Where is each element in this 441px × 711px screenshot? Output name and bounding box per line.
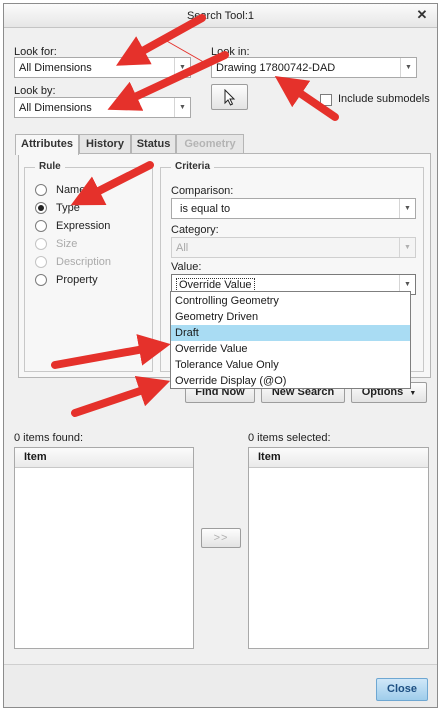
radio-size-label: Size [56,238,78,250]
radio-type[interactable] [35,202,47,214]
look-by-label: Look by: [14,85,56,97]
found-item-column-header[interactable]: Item [15,448,193,468]
look-in-select[interactable]: Drawing 17800742-DAD ▼ [211,57,417,78]
radio-expression[interactable] [35,220,47,232]
radio-name-label: Name [56,184,86,196]
radio-expression-label: Expression [56,220,111,232]
chevron-down-icon: ▼ [400,58,416,77]
look-by-select[interactable]: All Dimensions ▼ [14,97,191,118]
rule-title: Rule [35,161,65,172]
window-title: Search Tool:1 [186,10,255,22]
radio-description [35,256,47,268]
rule-group: Rule Name Type Expression Size Descripti… [24,161,153,372]
items-selected-label: 0 items selected: [248,432,331,444]
footer-bar: Close [4,664,437,707]
dropdown-option-highlighted[interactable]: Draft [171,325,410,341]
items-found-label: 0 items found: [14,432,84,444]
comparison-value: is equal to [180,203,231,215]
category-label: Category: [171,224,219,236]
radio-type-label: Type [56,202,80,214]
dropdown-option[interactable]: Controlling Geometry [171,293,410,309]
close-icon[interactable]: ✕ [415,7,429,23]
include-submodels-label: Include submodels [338,93,430,105]
cursor-arrow-icon [224,88,235,106]
dropdown-option[interactable]: Tolerance Value Only [171,357,410,373]
value-dropdown-list: Controlling Geometry Geometry Driven Dra… [170,291,411,389]
category-value: All [176,242,189,254]
tab-history[interactable]: History [79,134,131,154]
chevron-down-icon: ▼ [174,58,190,77]
chevron-down-icon: ▼ [409,390,417,397]
dropdown-option[interactable]: Override Value [171,341,410,357]
chevron-down-icon: ▼ [399,199,415,218]
radio-name[interactable] [35,184,47,196]
comparison-select[interactable]: is equal to ▼ [171,198,416,219]
transfer-button: >> [201,528,241,548]
pick-button[interactable] [211,84,248,110]
chevron-down-icon: ▼ [399,238,415,257]
radio-property[interactable] [35,274,47,286]
radio-size [35,238,47,250]
look-by-value: All Dimensions [19,102,92,114]
value-current: Override Value [176,278,255,292]
radio-description-label: Description [56,256,112,268]
tab-status[interactable]: Status [131,134,176,154]
tab-geometry: Geometry [176,134,244,154]
selected-item-column-header[interactable]: Item [249,448,428,468]
include-submodels-checkbox[interactable] [320,94,332,106]
title-bar: Search Tool:1 ✕ [4,4,437,28]
dropdown-option[interactable]: Geometry Driven [171,309,410,325]
selected-items-list[interactable]: Item [248,447,429,649]
comparison-label: Comparison: [171,185,234,197]
radio-property-label: Property [56,274,98,286]
category-select: All ▼ [171,237,416,258]
value-label: Value: [171,261,202,273]
look-for-select[interactable]: All Dimensions ▼ [14,57,191,78]
criteria-title: Criteria [171,161,215,172]
chevron-down-icon: ▼ [174,98,190,117]
found-items-list[interactable]: Item [14,447,194,649]
look-for-value: All Dimensions [19,62,92,74]
dropdown-option[interactable]: Override Display (@O) [171,373,410,389]
tab-attributes[interactable]: Attributes [15,134,79,155]
look-in-value: Drawing 17800742-DAD [216,62,336,74]
close-button[interactable]: Close [376,678,428,701]
